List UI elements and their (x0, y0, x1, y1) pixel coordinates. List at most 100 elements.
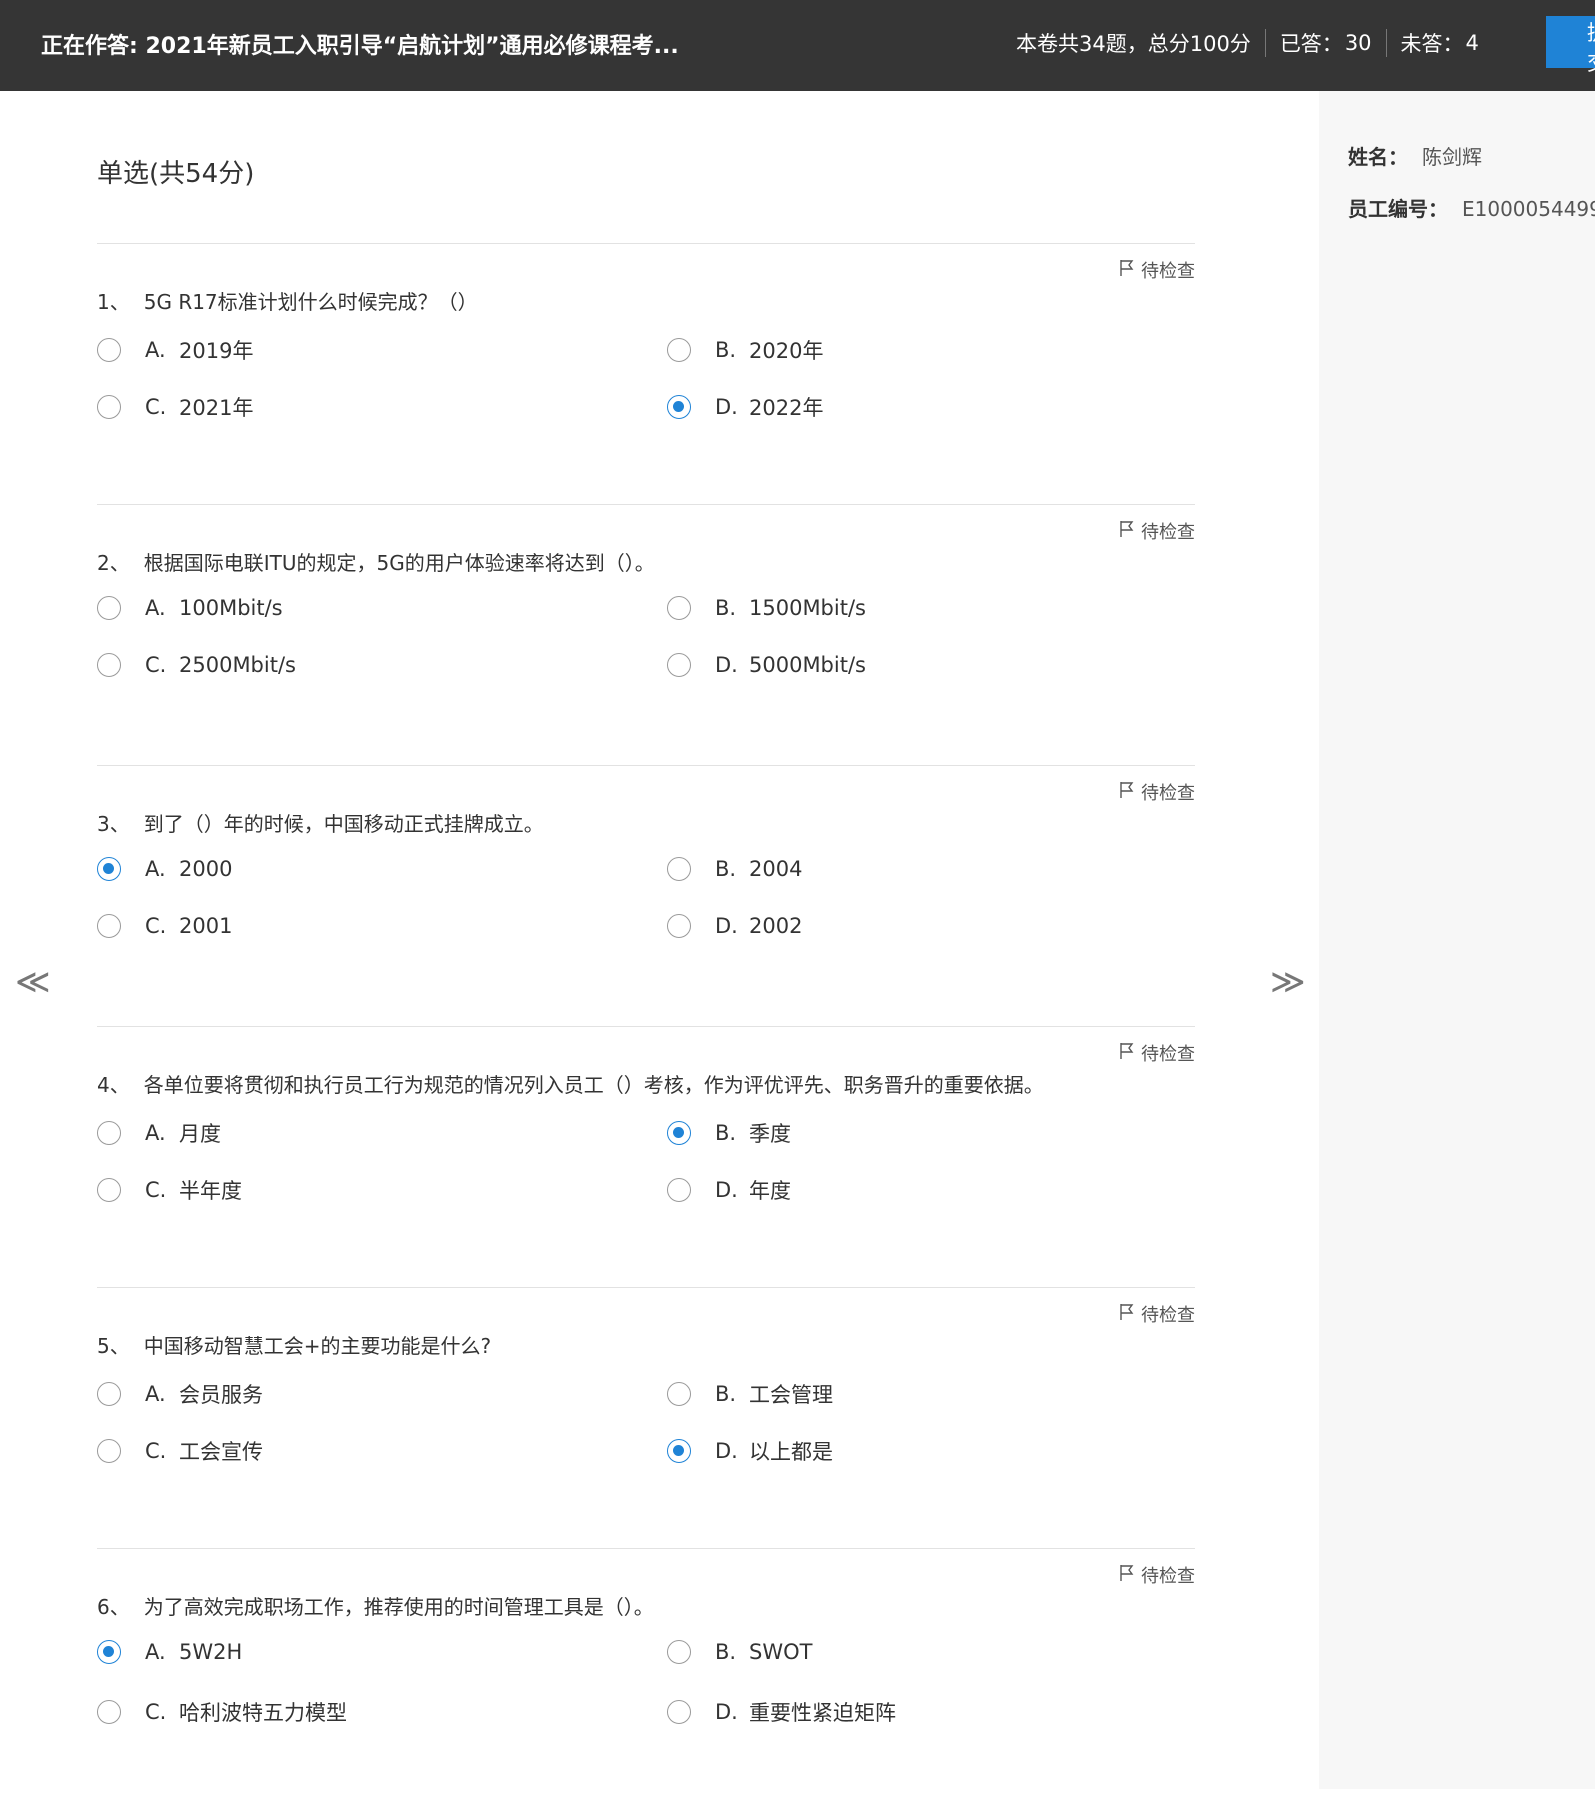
radio-unchecked[interactable] (667, 653, 691, 677)
option-letter: D. (715, 395, 738, 419)
answer-option[interactable]: A. 会员服务 (97, 1379, 263, 1409)
mark-for-review-button[interactable]: 待检查 (1119, 1040, 1195, 1066)
radio-unchecked[interactable] (97, 395, 121, 419)
question-item: 待检查 3、 到了（）年的时候，中国移动正式挂牌成立。 A. 2000 B. 2004 C. 2… (97, 765, 1195, 1027)
option-text: 工会宣传 (179, 1440, 263, 1464)
answer-option[interactable]: B. 季度 (667, 1118, 791, 1148)
option-text: 2000 (179, 857, 233, 881)
option-text: 100Mbit/s (179, 596, 283, 620)
flag-icon (1119, 1042, 1141, 1065)
answer-option[interactable]: B. 工会管理 (667, 1379, 833, 1409)
answer-option[interactable]: D. 2022年 (667, 392, 823, 422)
answer-option[interactable]: B. 2004 (667, 857, 802, 881)
radio-unchecked[interactable] (97, 1439, 121, 1463)
answer-option[interactable]: C. 工会宣传 (97, 1436, 263, 1466)
radio-unchecked[interactable] (667, 857, 691, 881)
mark-for-review-button[interactable]: 待检查 (1119, 1301, 1195, 1327)
radio-checked[interactable] (667, 395, 691, 419)
option-letter: D. (715, 653, 738, 677)
radio-checked[interactable] (97, 1640, 121, 1664)
answer-option[interactable]: D. 重要性紧迫矩阵 (667, 1697, 896, 1727)
radio-unchecked[interactable] (97, 1178, 121, 1202)
question-number: 1、 (97, 290, 130, 314)
question-number: 2、 (97, 551, 130, 575)
mark-for-review-button[interactable]: 待检查 (1119, 518, 1195, 544)
radio-unchecked[interactable] (667, 914, 691, 938)
option-text: 月度 (179, 1122, 221, 1146)
radio-unchecked[interactable] (97, 1700, 121, 1724)
radio-unchecked[interactable] (97, 596, 121, 620)
answer-option[interactable]: A. 2000 (97, 857, 232, 881)
answer-option[interactable]: B. 2020年 (667, 335, 823, 365)
radio-unchecked[interactable] (97, 1382, 121, 1406)
mark-for-review-button[interactable]: 待检查 (1119, 1562, 1195, 1588)
radio-unchecked[interactable] (667, 1640, 691, 1664)
option-text: 年度 (749, 1179, 791, 1203)
answer-option[interactable]: A. 2019年 (97, 335, 253, 365)
answer-option[interactable]: C. 2001 (97, 914, 232, 938)
option-text: 重要性紧迫矩阵 (749, 1701, 896, 1725)
option-letter: B. (715, 338, 737, 362)
radio-unchecked[interactable] (97, 338, 121, 362)
option-letter: A. (145, 596, 166, 620)
question-stem: 根据国际电联ITU的规定，5G的用户体验速率将达到（）。 (143, 551, 655, 575)
flag-label: 待检查 (1141, 522, 1195, 543)
option-letter: C. (145, 1439, 167, 1463)
answer-option[interactable]: D. 2002 (667, 914, 802, 938)
question-item: 待检查 1、 5G R17标准计划什么时候完成？（） A. 2019年 B. 2020年 C.… (97, 243, 1195, 505)
option-letter: C. (145, 914, 167, 938)
option-text: 2020年 (749, 339, 824, 363)
option-text: 5000Mbit/s (749, 653, 866, 677)
answer-option[interactable]: D. 5000Mbit/s (667, 653, 866, 677)
option-letter: D. (715, 1178, 738, 1202)
radio-unchecked[interactable] (667, 1178, 691, 1202)
option-letter: C. (145, 1178, 167, 1202)
question-number: 4、 (97, 1073, 130, 1097)
unanswered-label: 未答： (1400, 32, 1464, 56)
double-chevron-right-icon[interactable]: ≫ (1270, 962, 1306, 1002)
question-number: 5、 (97, 1334, 130, 1358)
option-letter: B. (715, 1382, 737, 1406)
exam-title: 正在作答: 2021年新员工入职引导“启航计划”通用必修课程考... (41, 34, 679, 59)
answer-option[interactable]: B. 1500Mbit/s (667, 596, 866, 620)
answer-option[interactable]: C. 2500Mbit/s (97, 653, 296, 677)
radio-unchecked[interactable] (97, 653, 121, 677)
radio-unchecked[interactable] (667, 596, 691, 620)
radio-checked[interactable] (667, 1121, 691, 1145)
radio-unchecked[interactable] (667, 338, 691, 362)
radio-unchecked[interactable] (667, 1700, 691, 1724)
flag-icon (1119, 520, 1141, 543)
answer-option[interactable]: B. SWOT (667, 1640, 812, 1664)
option-letter: A. (145, 1382, 166, 1406)
radio-checked[interactable] (667, 1439, 691, 1463)
option-letter: A. (145, 1121, 166, 1145)
option-letter: C. (145, 653, 167, 677)
question-text: 4、 各单位要将贯彻和执行员工行为规范的情况列入员工（）考核，作为评优评先、职务晋… (97, 1069, 1044, 1098)
radio-unchecked[interactable] (97, 1121, 121, 1145)
answer-option[interactable]: C. 半年度 (97, 1175, 242, 1205)
radio-unchecked[interactable] (97, 914, 121, 938)
answer-option[interactable]: D. 年度 (667, 1175, 791, 1205)
answer-option[interactable]: A. 100Mbit/s (97, 596, 283, 620)
option-text: 2002 (749, 914, 803, 938)
answer-option[interactable]: A. 5W2H (97, 1640, 242, 1664)
option-text: 2021年 (179, 396, 254, 420)
unanswered-count: 4 (1465, 31, 1479, 55)
name-row: 姓名： 陈剑辉 (1348, 141, 1482, 170)
radio-checked[interactable] (97, 857, 121, 881)
option-letter: D. (715, 914, 738, 938)
flag-icon (1119, 1564, 1141, 1587)
answer-option[interactable]: C. 哈利波特五力模型 (97, 1697, 347, 1727)
mark-for-review-button[interactable]: 待检查 (1119, 779, 1195, 805)
answer-option[interactable]: D. 以上都是 (667, 1436, 833, 1466)
employee-id-value: E1000054499 (1462, 197, 1595, 221)
answer-option[interactable]: C. 2021年 (97, 392, 253, 422)
submit-button[interactable]: 提交 (1546, 16, 1595, 75)
radio-unchecked[interactable] (667, 1382, 691, 1406)
mark-for-review-button[interactable]: 待检查 (1119, 257, 1195, 283)
double-chevron-left-icon[interactable]: ≪ (15, 962, 51, 1002)
answer-option[interactable]: A. 月度 (97, 1118, 221, 1148)
flag-label: 待检查 (1141, 783, 1195, 804)
question-stem: 各单位要将贯彻和执行员工行为规范的情况列入员工（）考核，作为评优评先、职务晋升的… (143, 1073, 1044, 1097)
option-letter: D. (715, 1439, 738, 1463)
